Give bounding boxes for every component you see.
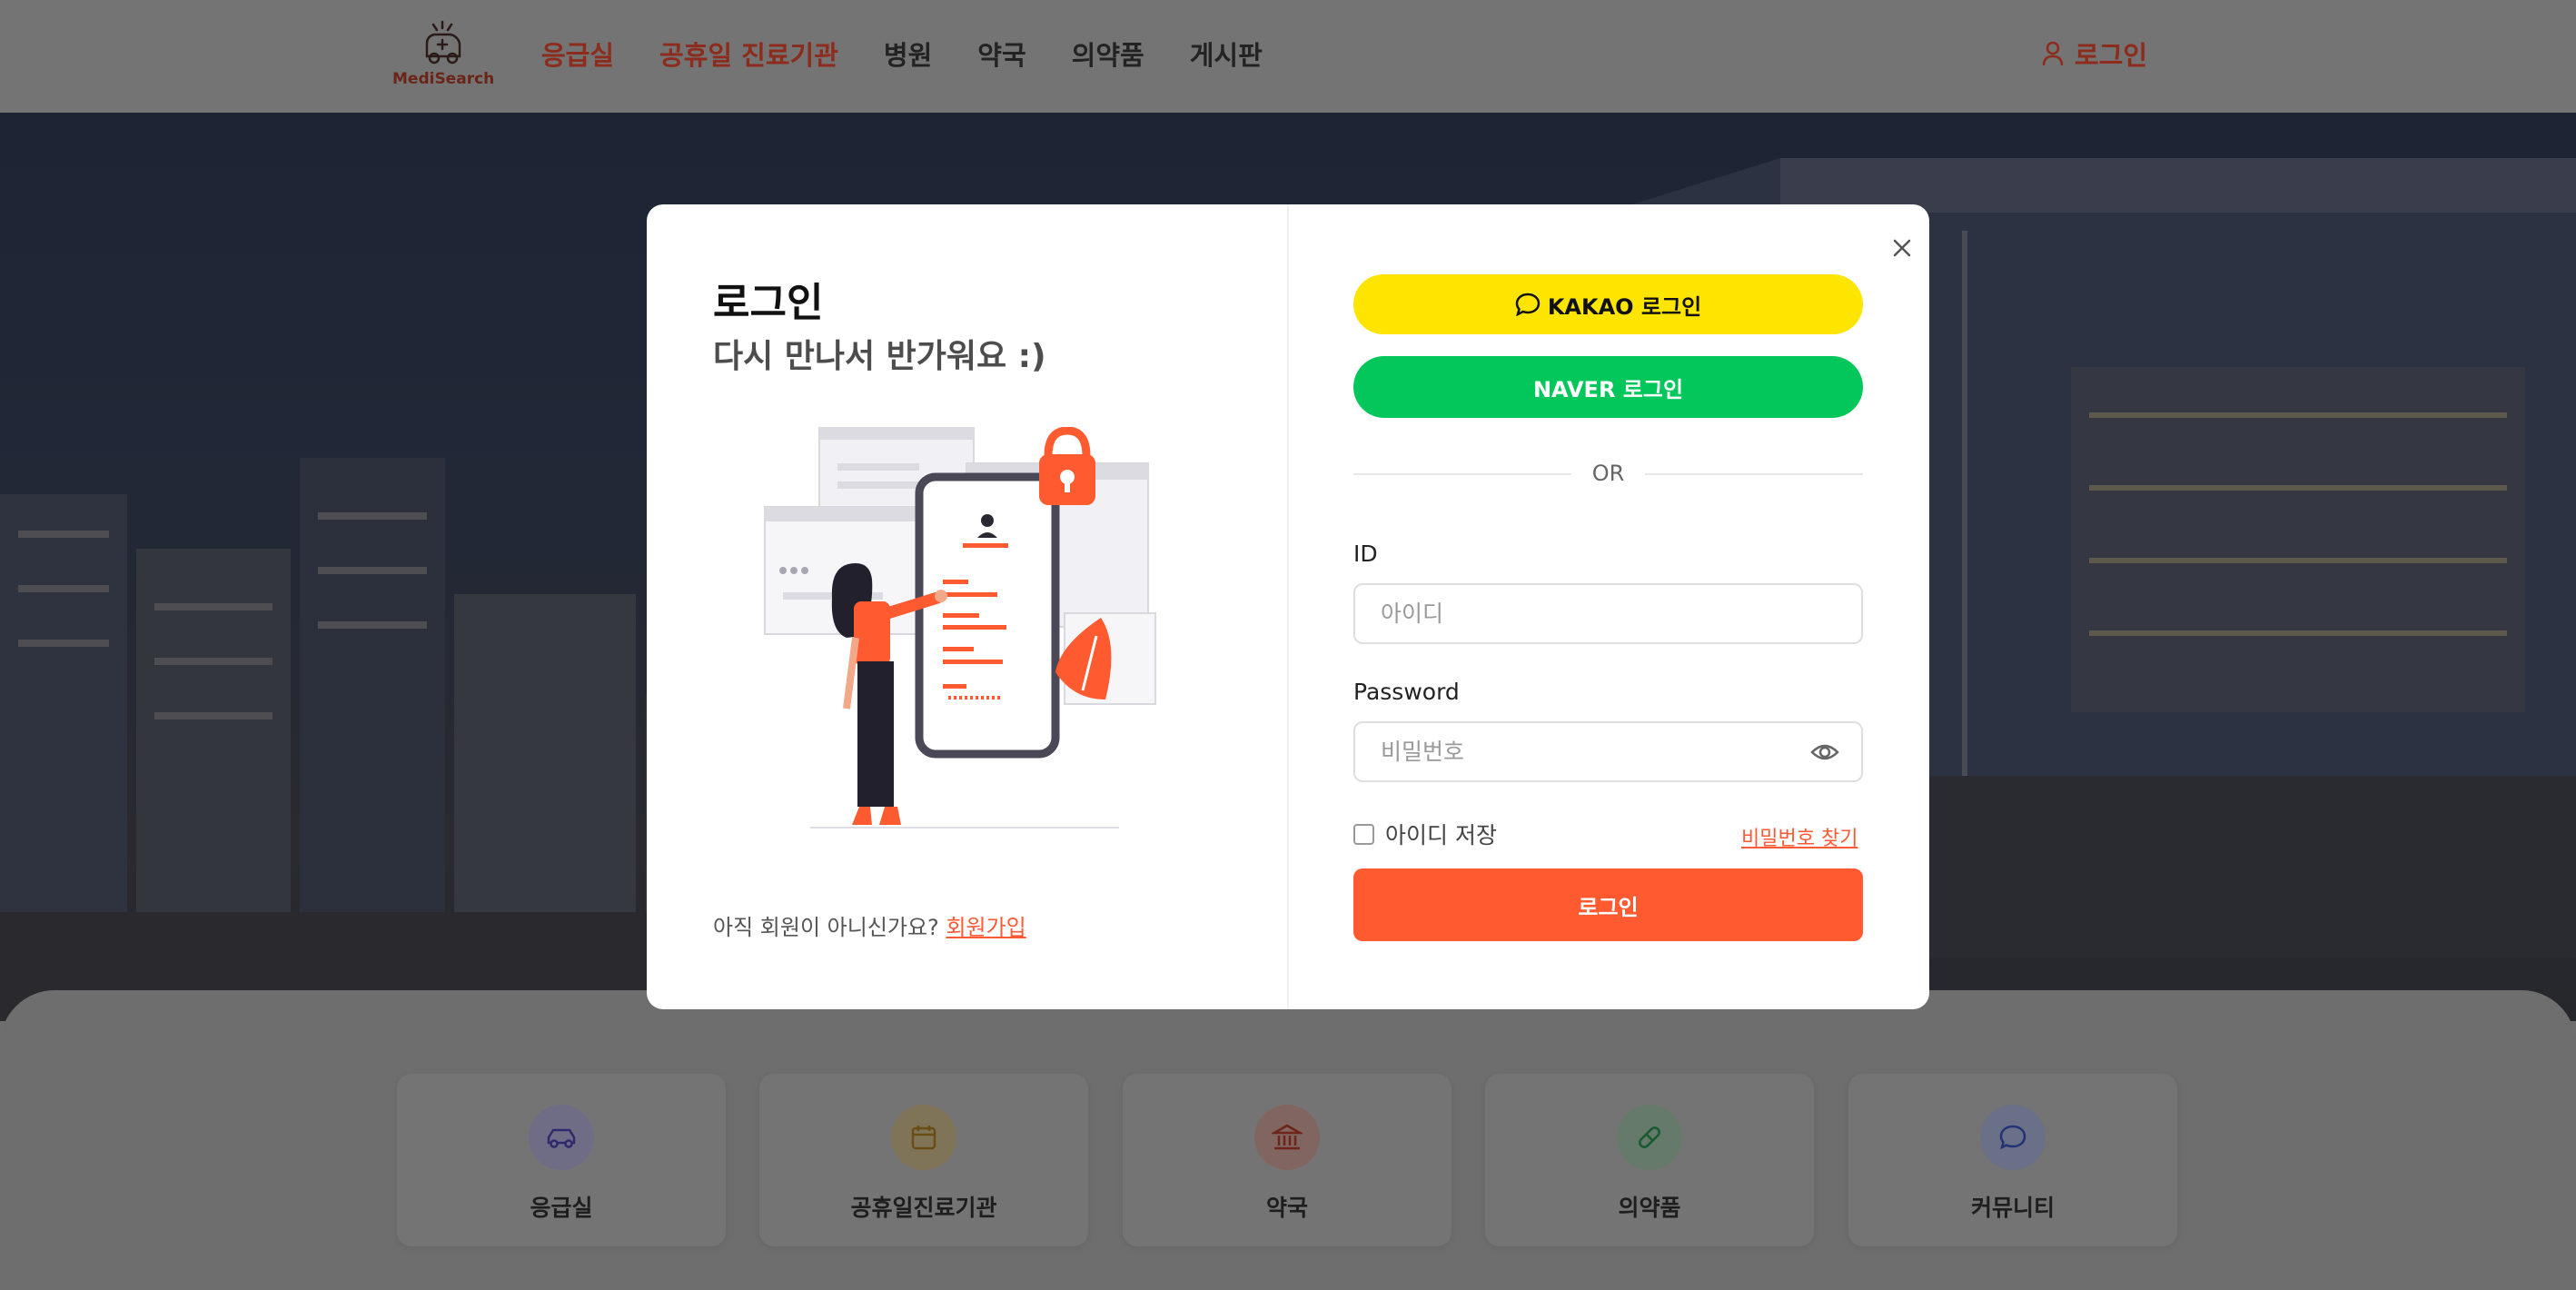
user-icon	[2042, 41, 2064, 66]
quick-card-label: 의약품	[1618, 1195, 1681, 1221]
logo[interactable]: MediSearch	[392, 20, 495, 93]
login-submit-button[interactable]: 로그인	[1353, 868, 1863, 941]
or-line-right	[1645, 473, 1863, 475]
logo-text: MediSearch	[392, 70, 495, 88]
signup-prompt: 아직 회원이 아니신가요? 회원가입	[713, 909, 1026, 941]
ambulance-logo-icon	[425, 20, 461, 64]
or-separator: OR	[1353, 461, 1863, 488]
quick-card-label: 커뮤니티	[1970, 1195, 2055, 1221]
quick-card-pharmacy[interactable]: 약국	[1123, 1074, 1451, 1246]
modal-title: 로그인	[713, 280, 824, 326]
save-id-label: 아이디 저장	[1385, 822, 1497, 848]
kakao-chat-icon	[1515, 293, 1541, 316]
id-label: ID	[1353, 541, 1378, 567]
signup-prompt-text: 아직 회원이 아니신가요?	[713, 915, 939, 940]
password-field	[1353, 721, 1863, 782]
quick-card-emergency[interactable]: 응급실	[397, 1074, 726, 1246]
nav-emergency[interactable]: 응급실	[541, 35, 614, 73]
pill-icon	[1617, 1105, 1682, 1170]
building-icon	[1254, 1105, 1320, 1170]
login-modal: 로그인 다시 만나서 반가워요 :) 아직 회원이 아니신가요? 회원가입 KA…	[647, 204, 1929, 1009]
signup-link[interactable]: 회원가입	[946, 915, 1025, 940]
nav-pharmacy[interactable]: 약국	[977, 35, 1025, 73]
quick-card-label: 응급실	[530, 1195, 593, 1221]
nav-medicine[interactable]: 의약품	[1072, 35, 1144, 73]
nav-hospital[interactable]: 병원	[884, 35, 932, 73]
quick-card-label: 약국	[1265, 1195, 1308, 1221]
login-illustration	[764, 427, 1156, 829]
kakao-login-label: KAKAO 로그인	[1547, 293, 1702, 320]
login-submit-label: 로그인	[1578, 894, 1639, 920]
quick-card-label: 공휴일진료기관	[850, 1195, 997, 1221]
naver-login-button[interactable]: NAVER 로그인	[1353, 356, 1863, 418]
quick-card-holiday-clinics[interactable]: 공휴일진료기관	[759, 1074, 1088, 1246]
find-password-link[interactable]: 비밀번호 찾기	[1741, 822, 1858, 851]
car-icon	[529, 1105, 594, 1170]
quick-card-medicine[interactable]: 의약품	[1485, 1074, 1814, 1246]
kakao-login-button[interactable]: KAKAO 로그인	[1353, 274, 1863, 334]
header-login-button[interactable]: 로그인	[2042, 35, 2147, 73]
save-id-checkbox[interactable]	[1353, 823, 1374, 845]
nav-board[interactable]: 게시판	[1190, 35, 1263, 73]
eye-icon[interactable]	[1809, 739, 1840, 765]
close-button[interactable]	[1878, 224, 1926, 272]
calendar-icon	[891, 1105, 956, 1170]
password-label: Password	[1353, 679, 1460, 705]
id-field	[1353, 583, 1863, 644]
id-input[interactable]	[1381, 585, 1808, 642]
naver-login-label: NAVER 로그인	[1532, 376, 1684, 402]
save-id-toggle[interactable]: 아이디 저장	[1353, 818, 1497, 850]
close-icon	[1893, 239, 1911, 257]
top-header: MediSearch 응급실 공휴일 진료기관 병원 약국 의약품 게시판 로그…	[0, 0, 2576, 113]
nav-holiday-clinics[interactable]: 공휴일 진료기관	[659, 35, 838, 73]
quick-card-community[interactable]: 커뮤니티	[1848, 1074, 2177, 1246]
modal-intro-panel: 로그인 다시 만나서 반가워요 :) 아직 회원이 아니신가요? 회원가입	[647, 204, 1287, 1009]
chat-icon	[1980, 1105, 2046, 1170]
header-login-label: 로그인	[2075, 40, 2148, 71]
modal-divider	[1287, 204, 1289, 1009]
main-nav: 응급실 공휴일 진료기관 병원 약국 의약품 게시판	[541, 35, 1308, 73]
modal-subtitle: 다시 만나서 반가워요 :)	[713, 338, 1046, 375]
password-input[interactable]	[1381, 723, 1808, 780]
